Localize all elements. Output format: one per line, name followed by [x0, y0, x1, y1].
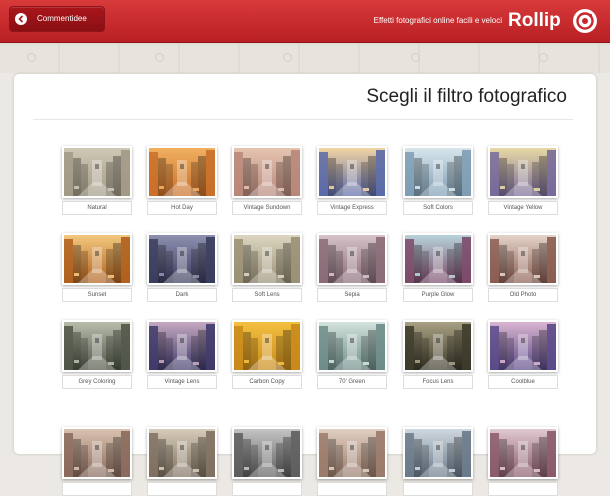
filter-label: Vintage Lens [147, 375, 217, 389]
filter-option[interactable]: Coolblue [488, 320, 558, 389]
filter-label: Grey Coloring [62, 375, 132, 389]
filter-option[interactable]: Dark [147, 233, 217, 302]
filter-thumbnail[interactable] [62, 146, 132, 198]
filter-option[interactable]: Grey Coloring [62, 320, 132, 389]
filter-thumbnail[interactable] [488, 146, 558, 198]
filter-label [62, 482, 132, 496]
filter-thumbnail[interactable] [403, 146, 473, 198]
ribbon-dot [411, 53, 420, 62]
filter-option[interactable]: Hot Day [147, 146, 217, 215]
filter-option[interactable]: Vintage Sundown [232, 146, 302, 215]
filter-label: Purple Glow [403, 288, 473, 302]
filter-label: Dark [147, 288, 217, 302]
filter-label: Carbon Copy [232, 375, 302, 389]
filter-option[interactable] [403, 427, 473, 496]
filter-thumbnail[interactable] [488, 320, 558, 372]
filter-thumbnail[interactable] [317, 427, 387, 479]
filter-label: Vintage Sundown [232, 201, 302, 215]
filter-thumbnail[interactable] [147, 146, 217, 198]
filter-label: Sepia [317, 288, 387, 302]
ribbon-dot [283, 53, 292, 62]
filter-option[interactable]: Soft Lens [232, 233, 302, 302]
filter-label: Natural [62, 201, 132, 215]
filter-thumbnail[interactable] [403, 320, 473, 372]
logo-text[interactable]: Rollip [508, 0, 561, 42]
filter-thumbnail[interactable] [147, 320, 217, 372]
filter-thumbnail[interactable] [488, 427, 558, 479]
filter-thumbnail[interactable] [403, 233, 473, 285]
filter-thumbnail[interactable] [488, 233, 558, 285]
filter-label [488, 482, 558, 496]
ribbon-dot [155, 53, 164, 62]
filter-label: Soft Colors [403, 201, 473, 215]
filter-thumbnail[interactable] [62, 233, 132, 285]
filter-label: Soft Lens [232, 288, 302, 302]
ribbon-dot [27, 53, 36, 62]
filter-thumbnail[interactable] [147, 233, 217, 285]
filter-option[interactable] [317, 427, 387, 496]
filter-option[interactable] [62, 427, 132, 496]
back-arrow-icon [15, 13, 27, 25]
filter-label [232, 482, 302, 496]
filter-thumbnail[interactable] [232, 427, 302, 479]
filter-thumbnail[interactable] [62, 427, 132, 479]
decorative-ribbon [0, 43, 610, 73]
filter-thumbnail[interactable] [232, 320, 302, 372]
filter-option[interactable] [232, 427, 302, 496]
filter-label: Sunset [62, 288, 132, 302]
filter-thumbnail[interactable] [147, 427, 217, 479]
filter-label: Hot Day [147, 201, 217, 215]
page-title: Scegli il filtro fotografico [366, 86, 567, 107]
filter-option[interactable] [147, 427, 217, 496]
site-tagline: Effetti fotografici online facili e velo… [373, 16, 502, 25]
filter-label [317, 482, 387, 496]
filter-option[interactable]: Sunset [62, 233, 132, 302]
filter-option[interactable]: 70' Green [317, 320, 387, 389]
camera-logo-icon[interactable] [573, 9, 597, 33]
filter-thumbnail[interactable] [317, 146, 387, 198]
top-bar: Commentidee Effetti fotografici online f… [0, 0, 610, 43]
filter-option[interactable]: Sepia [317, 233, 387, 302]
filter-option[interactable]: Vintage Lens [147, 320, 217, 389]
filter-option[interactable]: Carbon Copy [232, 320, 302, 389]
filter-thumbnail[interactable] [62, 320, 132, 372]
ribbon-dot [539, 53, 548, 62]
filter-option[interactable]: Focus Lens [403, 320, 473, 389]
filter-label: 70' Green [317, 375, 387, 389]
filter-label: Vintage Express [317, 201, 387, 215]
title-divider [33, 119, 573, 120]
filter-option[interactable]: Purple Glow [403, 233, 473, 302]
filter-thumbnail[interactable] [232, 146, 302, 198]
filter-thumbnail[interactable] [232, 233, 302, 285]
filter-option[interactable]: Vintage Yellow [488, 146, 558, 215]
filter-option[interactable]: Old Photo [488, 233, 558, 302]
filter-label [403, 482, 473, 496]
filter-label: Coolblue [488, 375, 558, 389]
filter-option[interactable]: Soft Colors [403, 146, 473, 215]
filter-option[interactable] [488, 427, 558, 496]
filter-option[interactable]: Natural [62, 146, 132, 215]
filter-label: Old Photo [488, 288, 558, 302]
filter-label: Focus Lens [403, 375, 473, 389]
filter-thumbnail[interactable] [317, 320, 387, 372]
filter-label [147, 482, 217, 496]
back-button[interactable]: Commentidee [9, 6, 105, 32]
filter-thumbnail[interactable] [317, 233, 387, 285]
filter-label: Vintage Yellow [488, 201, 558, 215]
filter-option[interactable]: Vintage Express [317, 146, 387, 215]
filter-thumbnail[interactable] [403, 427, 473, 479]
back-button-label: Commentidee [37, 14, 87, 23]
